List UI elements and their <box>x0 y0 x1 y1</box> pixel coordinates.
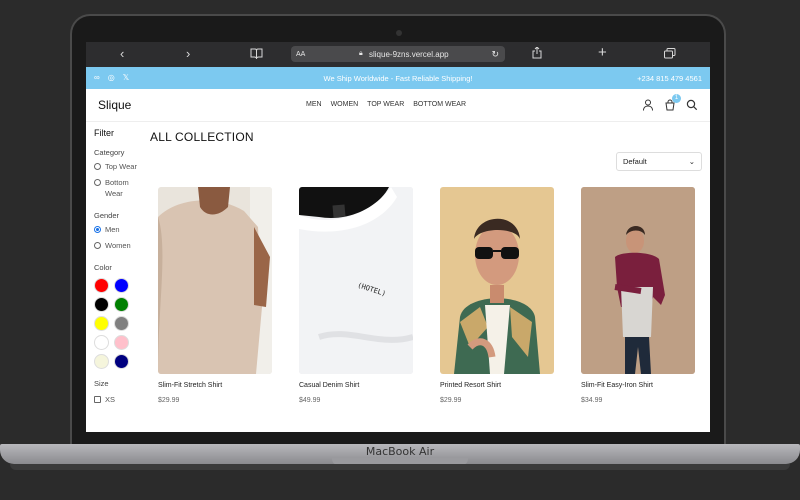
address-bar[interactable]: AA 🔒︎ slique-9zns.vercel.app ↻ <box>291 46 505 62</box>
product-name[interactable]: Slim-Fit Stretch Shirt <box>158 382 272 389</box>
gender-label: Gender <box>94 211 120 220</box>
color-swatch-white[interactable] <box>94 335 109 350</box>
product-name[interactable]: Printed Resort Shirt <box>440 382 554 389</box>
sort-select[interactable]: Default ⌄ <box>616 152 702 171</box>
phone-number: +234 815 479 4561 <box>637 74 702 83</box>
gender-option-men[interactable]: Men <box>94 224 144 235</box>
color-label: Color <box>94 263 112 272</box>
browser-screen: ‹ › AA 🔒︎ slique-9zns.vercel.app ↻ + ∞ ◎… <box>86 42 710 432</box>
lock-icon: 🔒︎ <box>359 50 363 57</box>
search-icon[interactable] <box>686 98 698 111</box>
category-option-bottom-wear[interactable]: Bottom Wear <box>94 177 144 199</box>
product-card[interactable]: (HOTEL) Casual Denim Shirt $49.99 <box>299 187 413 404</box>
product-name[interactable]: Slim-Fit Easy-Iron Shirt <box>581 382 695 389</box>
page-title: ALL COLLECTION <box>150 130 254 144</box>
cart-count-badge: 1 <box>672 94 681 103</box>
product-card[interactable]: Slim-Fit Stretch Shirt $29.99 <box>158 187 272 404</box>
device-label: MacBook Air <box>365 445 435 458</box>
new-tab-icon[interactable]: + <box>598 45 607 61</box>
product-image[interactable] <box>158 187 272 374</box>
checkbox[interactable] <box>94 396 101 403</box>
color-swatch-blue[interactable] <box>114 278 129 293</box>
product-card[interactable]: Slim-Fit Easy-Iron Shirt $34.99 <box>581 187 695 404</box>
nav-top-wear[interactable]: TOP WEAR <box>367 101 404 108</box>
color-swatch-pink[interactable] <box>114 335 129 350</box>
product-card[interactable]: Printed Resort Shirt $29.99 <box>440 187 554 404</box>
share-icon[interactable] <box>532 46 542 63</box>
product-price: $29.99 <box>440 397 462 404</box>
color-swatch-red[interactable] <box>94 278 109 293</box>
text-size-button[interactable]: AA <box>296 51 305 58</box>
color-swatch-green[interactable] <box>114 297 129 312</box>
reader-book-icon[interactable] <box>250 47 263 63</box>
radio-button-checked[interactable] <box>94 226 101 233</box>
announcement-bar: ∞ ◎ 𝕏 We Ship Worldwide - Fast Reliable … <box>86 67 710 89</box>
product-image[interactable]: (HOTEL) <box>299 187 413 374</box>
category-option-top-wear[interactable]: Top Wear <box>94 161 144 172</box>
nav-women[interactable]: WOMEN <box>331 101 359 108</box>
filter-sidebar: Filter Category Top Wear Bottom Wear Gen… <box>94 128 144 410</box>
forward-icon[interactable]: › <box>186 46 190 62</box>
product-price: $49.99 <box>299 397 321 404</box>
product-image[interactable] <box>440 187 554 374</box>
url-text: slique-9zns.vercel.app <box>369 49 449 59</box>
radio-button[interactable] <box>94 163 101 170</box>
browser-toolbar: ‹ › AA 🔒︎ slique-9zns.vercel.app ↻ + <box>86 42 710 67</box>
cart-icon[interactable]: 1 <box>664 94 681 111</box>
color-swatch-yellow[interactable] <box>94 316 109 331</box>
laptop-base-shadow <box>10 464 790 470</box>
camera <box>396 30 402 36</box>
category-label: Category <box>94 148 125 157</box>
color-swatch-black[interactable] <box>94 297 109 312</box>
gender-option-women[interactable]: Women <box>94 240 144 251</box>
radio-button[interactable] <box>94 242 101 249</box>
product-price: $34.99 <box>581 397 603 404</box>
product-price: $29.99 <box>158 397 180 404</box>
radio-button[interactable] <box>94 179 101 186</box>
product-image[interactable] <box>581 187 695 374</box>
nav-men[interactable]: MEN <box>306 101 322 108</box>
color-swatches <box>94 278 144 369</box>
product-name[interactable]: Casual Denim Shirt <box>299 382 413 389</box>
chevron-down-icon: ⌄ <box>688 157 695 166</box>
filter-title: Filter <box>94 128 114 138</box>
nav-bottom-wear[interactable]: BOTTOM WEAR <box>413 101 466 108</box>
sort-value: Default <box>623 157 647 166</box>
main-nav: MEN WOMEN TOP WEAR BOTTOM WEAR <box>306 101 466 108</box>
color-swatch-navy[interactable] <box>114 354 129 369</box>
user-icon[interactable] <box>642 98 654 111</box>
back-icon[interactable]: ‹ <box>120 46 124 62</box>
size-option-xs[interactable]: XS <box>94 394 144 405</box>
reload-icon[interactable]: ↻ <box>491 49 499 60</box>
color-swatch-beige[interactable] <box>94 354 109 369</box>
site-logo[interactable]: Slique <box>98 98 131 112</box>
size-label: Size <box>94 379 109 388</box>
color-swatch-gray[interactable] <box>114 316 129 331</box>
shipping-message: We Ship Worldwide - Fast Reliable Shippi… <box>323 74 473 83</box>
tabs-overview-icon[interactable] <box>664 47 676 63</box>
site-header: Slique MEN WOMEN TOP WEAR BOTTOM WEAR 1 <box>86 89 710 122</box>
